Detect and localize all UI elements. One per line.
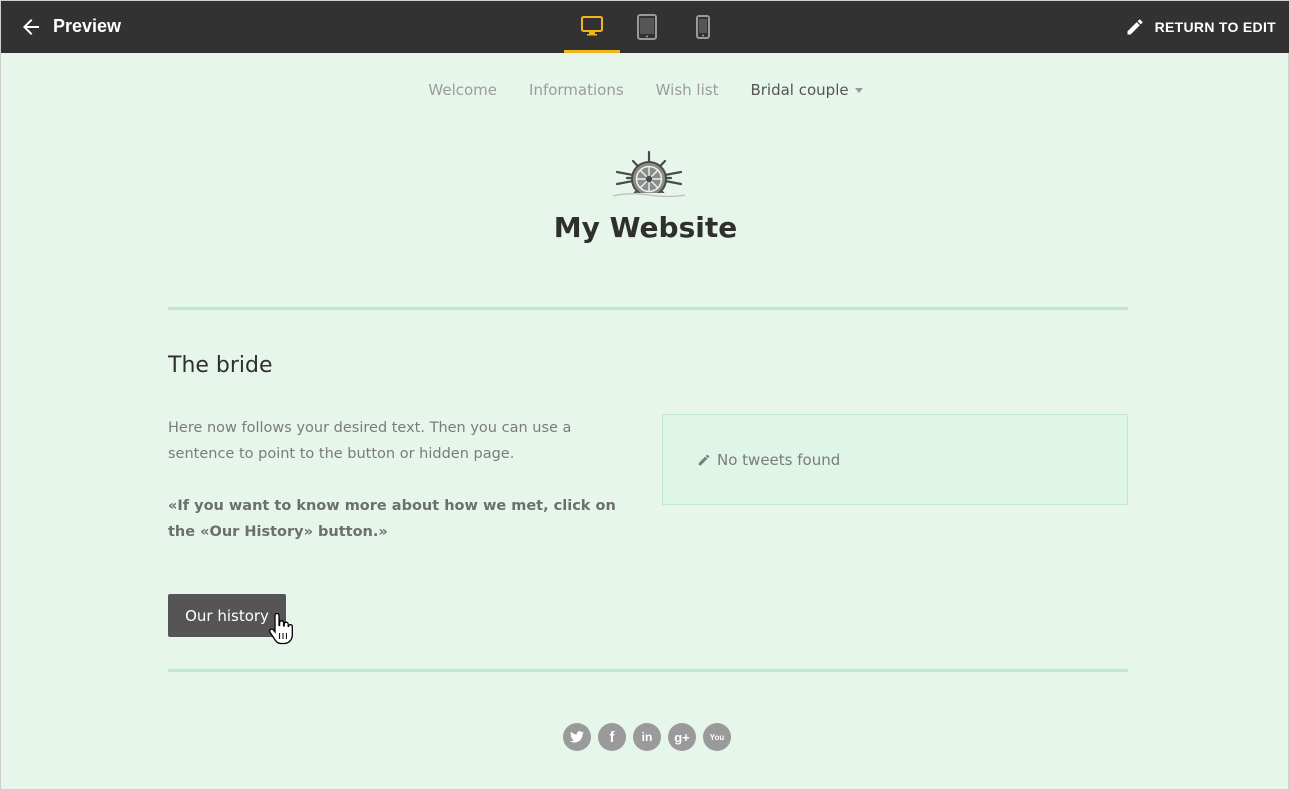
google-plus-link[interactable]: g+ <box>668 723 696 751</box>
section-body-text: Here now follows your desired text. Then… <box>168 420 572 462</box>
arrow-left-icon <box>23 19 39 35</box>
section-divider <box>168 307 1128 310</box>
social-links: f in g+ You <box>563 723 731 751</box>
nav-item-bridal-couple[interactable]: Bridal couple <box>750 81 863 99</box>
pencil-icon <box>697 453 711 467</box>
facebook-link[interactable]: f <box>598 723 626 751</box>
linkedin-icon: in <box>641 730 653 744</box>
pencil-icon <box>1127 19 1143 35</box>
return-to-edit-label: RETURN TO EDIT <box>1154 19 1276 35</box>
linkedin-link[interactable]: in <box>633 723 661 751</box>
nav-item-informations[interactable]: Informations <box>529 81 624 99</box>
site-title: My Website <box>553 211 738 244</box>
nav-item-wish-list[interactable]: Wish list <box>656 81 719 99</box>
footer-divider <box>168 669 1128 672</box>
tweets-widget: No tweets found <box>662 414 1128 505</box>
google-plus-icon: g+ <box>674 729 690 745</box>
phone-icon <box>696 15 710 39</box>
tweets-message: No tweets found <box>717 450 841 469</box>
back-button[interactable] <box>19 15 43 39</box>
device-mobile-button[interactable] <box>675 1 731 53</box>
section-heading: The bride <box>168 353 273 378</box>
youtube-icon: You <box>709 732 725 742</box>
monitor-icon <box>581 15 603 35</box>
caret-down-icon <box>854 88 863 93</box>
youtube-link[interactable]: You <box>703 723 731 751</box>
nav-item-bridal-couple-label: Bridal couple <box>750 81 849 99</box>
twitter-link[interactable] <box>563 723 591 751</box>
facebook-icon: f <box>609 728 615 746</box>
twitter-icon <box>570 731 584 743</box>
section-quote-text: «If you want to know more about how we m… <box>168 498 616 540</box>
site-navigation: Welcome Informations Wish list Bridal co… <box>1 81 1289 99</box>
preview-toolbar: Preview RETURN TO EDIT <box>1 1 1289 53</box>
device-desktop-button[interactable] <box>564 1 620 53</box>
preview-title: Preview <box>53 16 122 36</box>
tablet-icon <box>637 14 657 40</box>
device-tablet-button[interactable] <box>619 1 675 53</box>
hand-cursor-icon <box>267 612 293 645</box>
nav-item-welcome[interactable]: Welcome <box>428 81 497 99</box>
return-to-edit-button[interactable]: RETURN TO EDIT <box>1125 1 1276 53</box>
ship-wheel-icon <box>609 149 689 203</box>
